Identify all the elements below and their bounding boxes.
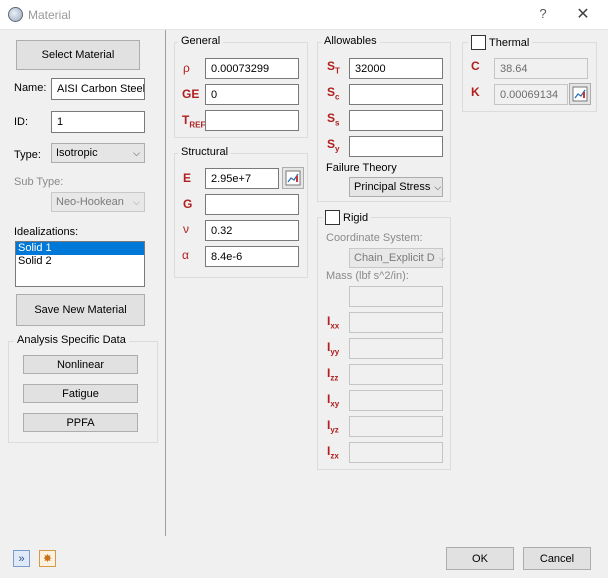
title-bar: Material ? ✕ [0,0,608,30]
chevron-down-icon: ⌵ [434,181,442,192]
ss-symbol: Ss [327,111,340,128]
collapse-icon[interactable]: » [13,550,30,567]
iyy-symbol: Iyy [327,340,340,357]
thermal-label: Thermal [489,36,530,49]
iyz-field [349,416,443,437]
id-field[interactable]: 1 [51,111,145,133]
window-title: Material [28,8,71,22]
specific-heat-field: 38.64 [494,58,588,79]
tensile-allowable-field[interactable]: 32000 [349,58,443,79]
izz-symbol: Izz [327,366,339,383]
pane-divider [165,30,166,536]
iyz-symbol: Iyz [327,418,339,435]
density-field[interactable]: 0.00073299 [205,58,299,79]
ixy-field [349,390,443,411]
rho-symbol: ρ [183,61,190,75]
settings-burst-icon[interactable]: ✸ [39,550,56,567]
coordinate-system-select: Chain_Explicit D ⌵ [349,248,446,268]
type-label: Type: [14,149,41,161]
failure-theory-label: Failure Theory [326,162,397,174]
mass-label: Mass (lbf s^2/in): [326,270,409,282]
select-material-button[interactable]: Select Material [16,40,140,70]
ge-symbol: GE [182,87,200,101]
thermal-expansion-field[interactable]: 8.4e-6 [205,246,299,267]
sc-symbol: Sc [327,85,340,102]
nu-symbol: ν [183,222,189,236]
chevron-down-icon: ⌵ [438,252,446,263]
alpha-symbol: α [182,248,189,262]
thermometer-chart-icon [285,170,301,186]
izx-field [349,442,443,463]
structural-title: Structural [178,146,232,158]
idealizations-label: Idealizations: [14,226,79,238]
rigid-label: Rigid [343,211,369,224]
type-select-value: Isotropic [56,147,98,159]
name-label: Name: [14,82,47,94]
allowables-title: Allowables [321,35,380,47]
general-title: General [178,35,224,47]
thermal-checkbox[interactable] [471,35,486,50]
sy-symbol: Sy [327,137,340,154]
save-new-material-button[interactable]: Save New Material [16,294,145,326]
help-button[interactable]: ? [533,6,553,24]
c-symbol: C [471,59,480,73]
shear-allowable-field[interactable] [349,110,443,131]
chevron-down-icon: ⌵ [133,196,140,207]
app-globe-icon [8,7,23,22]
close-icon[interactable]: ✕ [571,4,595,26]
ixx-symbol: Ixx [327,314,340,331]
type-select[interactable]: Isotropic ⌵ [51,143,145,163]
fatigue-button[interactable]: Fatigue [23,384,138,403]
temperature-table-button[interactable] [282,167,304,189]
poisson-ratio-field[interactable]: 0.32 [205,220,299,241]
subtype-label: Sub Type: [14,176,64,188]
k-symbol: K [471,85,480,99]
izx-symbol: Izx [327,444,339,461]
subtype-select: Neo-Hookean ⌵ [51,192,145,212]
nonlinear-button[interactable]: Nonlinear [23,355,138,374]
youngs-modulus-field[interactable]: 2.95e+7 [205,168,279,189]
yield-allowable-field[interactable] [349,136,443,157]
coordinate-system-label: Coordinate System: [326,232,423,244]
ge-field[interactable]: 0 [205,84,299,105]
ppfa-button[interactable]: PPFA [23,413,138,432]
conductivity-table-button[interactable] [569,83,591,105]
rigid-title: Rigid [322,210,372,225]
tref-symbol: TREF [182,113,206,130]
shear-modulus-field[interactable] [205,194,299,215]
id-label: ID: [14,116,29,128]
failure-theory-value: Principal Stress [354,181,431,193]
g-symbol: G [183,197,193,211]
iyy-field [349,338,443,359]
cancel-button[interactable]: Cancel [523,547,591,570]
mass-field [349,286,443,307]
ixy-symbol: Ixy [327,392,340,409]
e-symbol: E [183,171,192,185]
thermometer-chart-icon [572,86,588,102]
compressive-allowable-field[interactable] [349,84,443,105]
failure-theory-select[interactable]: Principal Stress ⌵ [349,177,443,197]
conductivity-field: 0.00069134 [494,84,568,105]
izz-field [349,364,443,385]
ixx-field [349,312,443,333]
ok-button[interactable]: OK [446,547,514,570]
subtype-select-value: Neo-Hookean [56,196,124,208]
idealizations-list[interactable]: Solid 1 Solid 2 [15,241,145,287]
tref-field[interactable] [205,110,299,131]
analysis-group-title: Analysis Specific Data [14,334,129,346]
st-symbol: ST [327,59,340,76]
coordinate-system-value: Chain_Explicit D [354,252,435,264]
thermal-title: Thermal [468,35,533,50]
list-item[interactable]: Solid 2 [16,255,144,268]
rigid-checkbox[interactable] [325,210,340,225]
name-field[interactable]: AISI Carbon Steel : [51,78,145,100]
chevron-down-icon: ⌵ [133,147,140,158]
list-item[interactable]: Solid 1 [16,242,144,255]
